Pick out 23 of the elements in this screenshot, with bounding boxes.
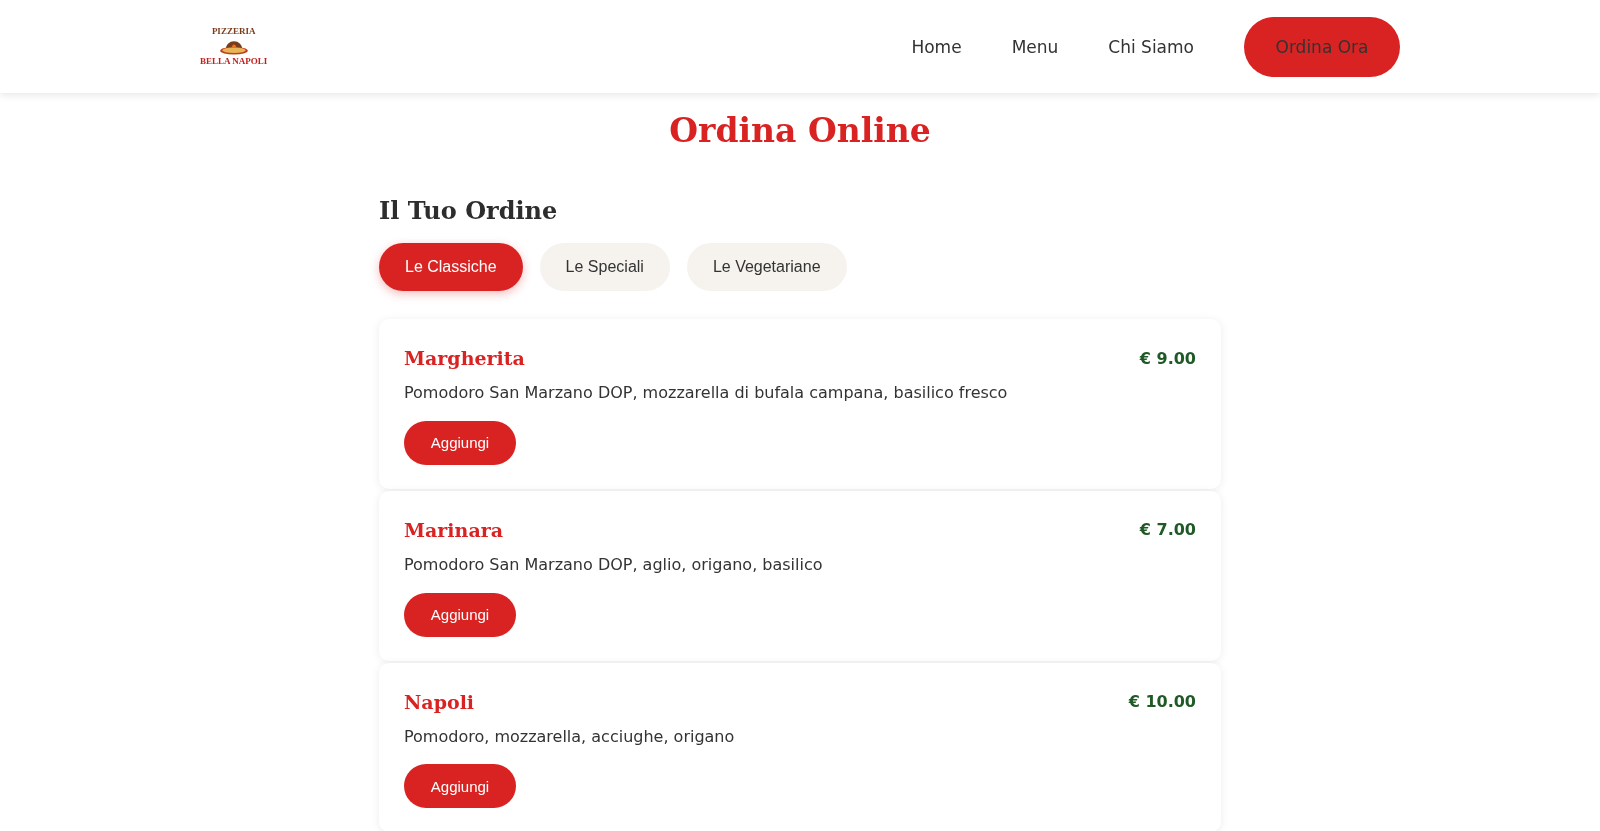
- pizza-name: Margherita: [404, 347, 525, 369]
- nav-link[interactable]: Home: [911, 36, 962, 57]
- pizza-description: Pomodoro, mozzarella, acciughe, origano: [404, 726, 736, 748]
- add-button[interactable]: Aggiungi: [404, 420, 516, 465]
- add-button[interactable]: Aggiungi: [404, 592, 516, 637]
- category-tab[interactable]: Le Speciali: [539, 243, 670, 291]
- pizza-oven-icon: [218, 38, 249, 55]
- pizza-description: Pomodoro San Marzano DOP, aglio, origano, basilico: [404, 554, 824, 576]
- nav-link[interactable]: Menu: [1011, 36, 1059, 57]
- section-heading: Il Tuo Ordine: [379, 196, 559, 225]
- price: € 7.00: [1139, 520, 1196, 540]
- pizza-description: Pomodoro San Marzano DOP, mozzarella di bufala campana, basilico fresco: [404, 383, 1009, 404]
- add-button[interactable]: Aggiungi: [404, 764, 516, 809]
- logo-text: PIZZERIA: [211, 27, 256, 36]
- pizza-name: Napoli: [404, 690, 475, 713]
- nav-link[interactable]: Chi Siamo: [1108, 36, 1194, 57]
- logo-text: BELLA NAPOLI: [200, 57, 268, 66]
- price: € 10.00: [1128, 692, 1196, 712]
- pizza-name: Marinara: [404, 518, 504, 541]
- category-tab[interactable]: Le Classiche: [379, 243, 523, 291]
- category-tab[interactable]: Le Vegetariane: [686, 243, 847, 291]
- page-title: Ordina Online: [668, 111, 932, 150]
- price: € 9.00: [1139, 348, 1196, 368]
